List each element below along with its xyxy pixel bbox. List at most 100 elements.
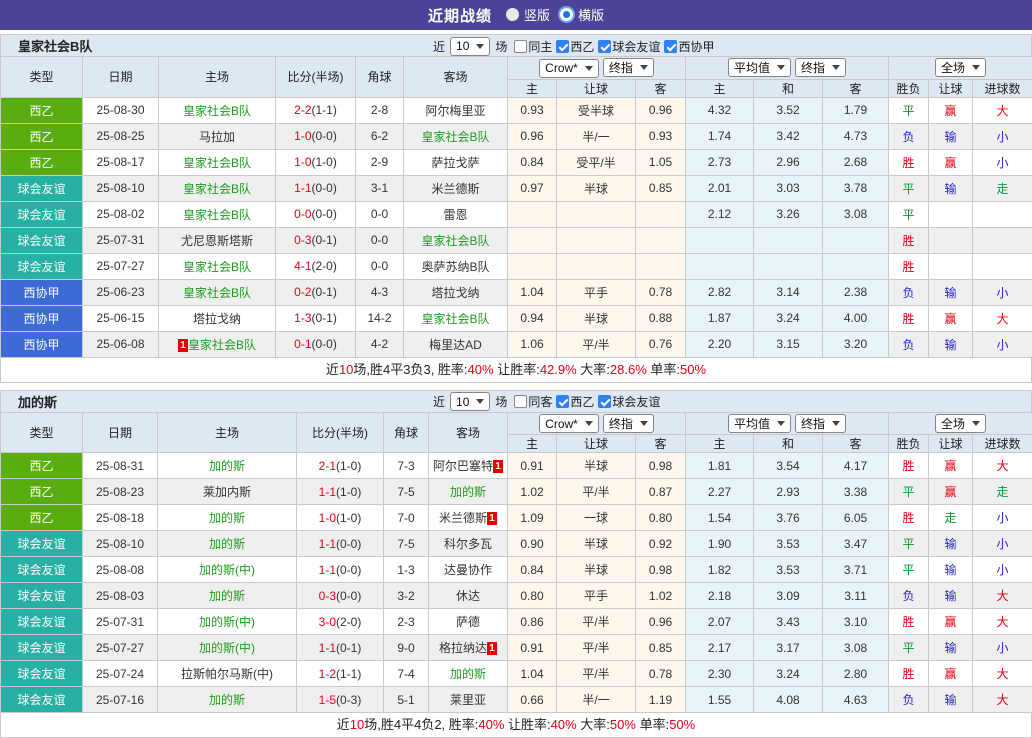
- checkbox-icon[interactable]: [664, 40, 677, 53]
- away-team[interactable]: 萨德: [429, 609, 508, 635]
- away-team[interactable]: 莱里亚: [429, 687, 508, 713]
- away-team[interactable]: 皇家社会B队: [404, 305, 508, 331]
- home-team[interactable]: 皇家社会B队: [159, 279, 276, 305]
- radio-button-icon[interactable]: [506, 8, 519, 21]
- home-team[interactable]: 皇家社会B队: [159, 175, 276, 201]
- filter-checkbox-同主[interactable]: 同主: [514, 38, 552, 55]
- away-team[interactable]: 格拉纳达1: [429, 635, 508, 661]
- away-team[interactable]: 阿尔梅里亚: [404, 97, 508, 123]
- filter-checkbox-同客[interactable]: 同客: [514, 393, 552, 410]
- home-team-name[interactable]: 皇家社会B队: [183, 208, 251, 222]
- home-team-name[interactable]: 拉斯帕尔马斯(中): [181, 667, 273, 681]
- home-team-name[interactable]: 加的斯(中): [199, 641, 255, 655]
- away-team[interactable]: 梅里达AD: [404, 331, 508, 357]
- away-team-name[interactable]: 达曼协作: [444, 563, 492, 577]
- average-select[interactable]: 平均值: [728, 414, 791, 433]
- home-team-name[interactable]: 皇家社会B队: [183, 286, 251, 300]
- away-team-name[interactable]: 米兰德斯: [431, 182, 479, 196]
- recent-count-select[interactable]: 10: [450, 37, 490, 56]
- away-team-name[interactable]: 皇家社会B队: [421, 130, 489, 144]
- away-team[interactable]: 皇家社会B队: [404, 123, 508, 149]
- view-mode-option[interactable]: 横版: [560, 5, 604, 24]
- away-team-name[interactable]: 塔拉戈纳: [431, 286, 479, 300]
- home-team[interactable]: 1皇家社会B队: [159, 331, 276, 357]
- away-team[interactable]: 米兰德斯: [404, 175, 508, 201]
- home-team[interactable]: 加的斯: [158, 687, 297, 713]
- filter-checkbox-球会友谊[interactable]: 球会友谊: [598, 393, 660, 410]
- away-team-name[interactable]: 莱里亚: [450, 693, 486, 707]
- home-team-name[interactable]: 加的斯: [209, 589, 245, 603]
- away-team[interactable]: 奥萨苏纳B队: [404, 253, 508, 279]
- final-index-select[interactable]: 终指: [795, 58, 846, 77]
- checkbox-icon[interactable]: [514, 40, 527, 53]
- home-team[interactable]: 加的斯: [158, 531, 297, 557]
- away-team-name[interactable]: 阿尔梅里亚: [425, 104, 485, 118]
- home-team[interactable]: 皇家社会B队: [159, 149, 276, 175]
- checkbox-icon[interactable]: [598, 40, 611, 53]
- home-team[interactable]: 皇家社会B队: [159, 97, 276, 123]
- home-team[interactable]: 皇家社会B队: [159, 253, 276, 279]
- home-team-name[interactable]: 塔拉戈纳: [193, 312, 241, 326]
- home-team[interactable]: 加的斯: [158, 453, 297, 479]
- odds-source-select[interactable]: Crow*: [539, 414, 599, 433]
- away-team-name[interactable]: 萨德: [456, 615, 480, 629]
- view-mode-option[interactable]: 竖版: [506, 5, 550, 24]
- checkbox-icon[interactable]: [556, 40, 569, 53]
- home-team[interactable]: 加的斯(中): [158, 609, 297, 635]
- home-team-name[interactable]: 马拉加: [199, 130, 235, 144]
- away-team-name[interactable]: 梅里达AD: [429, 338, 482, 352]
- away-team-name[interactable]: 休达: [456, 589, 480, 603]
- final-index-select[interactable]: 终指: [603, 414, 654, 433]
- home-team-name[interactable]: 加的斯: [209, 511, 245, 525]
- away-team-name[interactable]: 奥萨苏纳B队: [421, 260, 489, 274]
- home-team[interactable]: 加的斯: [158, 505, 297, 531]
- checkbox-icon[interactable]: [514, 395, 527, 408]
- home-team[interactable]: 莱加内斯: [158, 479, 297, 505]
- home-team-name[interactable]: 莱加内斯: [203, 485, 251, 499]
- home-team-name[interactable]: 皇家社会B队: [183, 182, 251, 196]
- home-team-name[interactable]: 皇家社会B队: [183, 156, 251, 170]
- radio-button-icon[interactable]: [560, 8, 573, 21]
- away-team-name[interactable]: 雷恩: [443, 208, 467, 222]
- checkbox-icon[interactable]: [556, 395, 569, 408]
- home-team[interactable]: 加的斯(中): [158, 557, 297, 583]
- home-team-name[interactable]: 加的斯: [209, 537, 245, 551]
- odds-source-select[interactable]: Crow*: [539, 59, 599, 78]
- away-team-name[interactable]: 皇家社会B队: [421, 312, 489, 326]
- filter-checkbox-西协甲[interactable]: 西协甲: [664, 38, 714, 55]
- home-team[interactable]: 拉斯帕尔马斯(中): [158, 661, 297, 687]
- away-team-name[interactable]: 格拉纳达: [439, 641, 487, 655]
- away-team[interactable]: 达曼协作: [429, 557, 508, 583]
- home-team-name[interactable]: 皇家社会B队: [183, 260, 251, 274]
- home-team-name[interactable]: 尤尼恩斯塔斯: [181, 234, 253, 248]
- home-team-name[interactable]: 加的斯: [209, 693, 245, 707]
- full-match-select[interactable]: 全场: [935, 414, 986, 433]
- home-team[interactable]: 尤尼恩斯塔斯: [159, 227, 276, 253]
- away-team[interactable]: 休达: [429, 583, 508, 609]
- final-index-select[interactable]: 终指: [795, 414, 846, 433]
- home-team-name[interactable]: 加的斯(中): [199, 563, 255, 577]
- away-team[interactable]: 加的斯: [429, 479, 508, 505]
- home-team-name[interactable]: 加的斯: [209, 459, 245, 473]
- home-team[interactable]: 加的斯: [158, 583, 297, 609]
- home-team[interactable]: 塔拉戈纳: [159, 305, 276, 331]
- full-match-select[interactable]: 全场: [935, 58, 986, 77]
- home-team[interactable]: 马拉加: [159, 123, 276, 149]
- away-team[interactable]: 雷恩: [404, 201, 508, 227]
- home-team-name[interactable]: 皇家社会B队: [183, 104, 251, 118]
- away-team-name[interactable]: 米兰德斯: [439, 511, 487, 525]
- away-team[interactable]: 皇家社会B队: [404, 227, 508, 253]
- away-team-name[interactable]: 阿尔巴塞特: [433, 459, 493, 473]
- away-team[interactable]: 塔拉戈纳: [404, 279, 508, 305]
- away-team-name[interactable]: 加的斯: [450, 667, 486, 681]
- away-team-name[interactable]: 萨拉戈萨: [431, 156, 479, 170]
- away-team-name[interactable]: 皇家社会B队: [421, 234, 489, 248]
- away-team[interactable]: 科尔多瓦: [429, 531, 508, 557]
- away-team-name[interactable]: 科尔多瓦: [444, 537, 492, 551]
- home-team[interactable]: 皇家社会B队: [159, 201, 276, 227]
- away-team[interactable]: 萨拉戈萨: [404, 149, 508, 175]
- final-index-select[interactable]: 终指: [603, 58, 654, 77]
- home-team[interactable]: 加的斯(中): [158, 635, 297, 661]
- away-team[interactable]: 加的斯: [429, 661, 508, 687]
- home-team-name[interactable]: 皇家社会B队: [188, 338, 256, 352]
